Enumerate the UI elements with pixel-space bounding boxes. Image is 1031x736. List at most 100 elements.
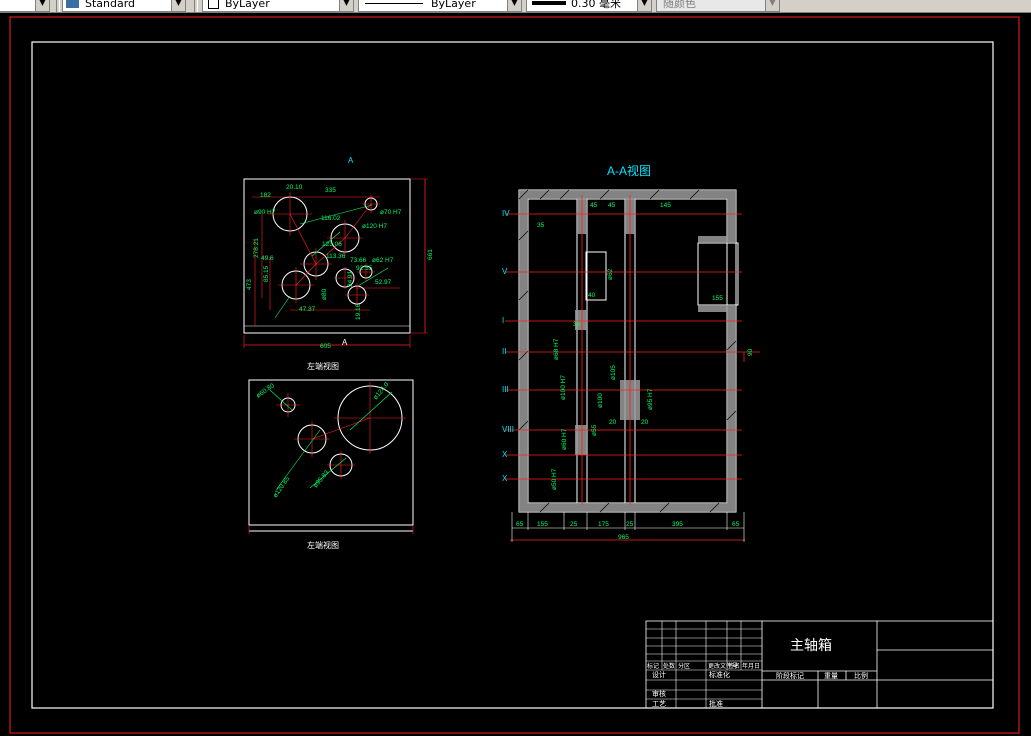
linetype-select[interactable]: ByLayer ▼	[358, 0, 522, 12]
title-block-design: 设计	[652, 670, 666, 679]
dimension-label: 47.37	[299, 306, 316, 313]
diameter-label: ø60 H7	[561, 428, 568, 450]
dimension-label: 65	[516, 521, 524, 528]
dimension-label: 20.10	[286, 184, 303, 191]
color-value: ByLayer	[225, 0, 270, 10]
dimension-label: 73.66	[350, 257, 367, 264]
drawing-canvas[interactable]: A-A视图 左端视图 左端视图 A A 主轴箱 设计 标准化 阶段标记 重量 比…	[0, 12, 1031, 736]
title-block-standardize: 标准化	[709, 670, 730, 679]
dimension-label: 24.91	[347, 270, 354, 287]
diameter-label: ø90 H7	[254, 209, 276, 216]
dimension-label: 155	[537, 521, 548, 528]
title-block-scale: 比例	[854, 671, 868, 680]
shaft-label: X	[502, 450, 508, 459]
chevron-down-icon[interactable]: ▼	[35, 0, 49, 11]
title-block-text: 主轴箱 设计 标准化 阶段标记 重量 比例 审核 工艺 批准	[652, 637, 868, 708]
chevron-down-icon[interactable]: ▼	[507, 0, 521, 11]
shaft-roman-labels: IVVIIIIIIVIIIXX	[502, 209, 514, 483]
dimension-label: 113.36	[326, 253, 346, 260]
toolbar-separator	[56, 0, 60, 12]
lineweight-select[interactable]: 0.30 毫米 ▼	[526, 0, 652, 12]
dimension-label: 19.16	[355, 303, 362, 320]
diameter-label: ø55	[591, 424, 598, 436]
chevron-down-icon[interactable]: ▼	[765, 0, 779, 11]
title-block-header-cell: 处数	[663, 662, 675, 670]
diameter-label: ø68 H7	[553, 338, 560, 360]
diameter-label: ø100 H7	[560, 375, 567, 400]
shaft-label: VIII	[502, 425, 514, 434]
toolbar-separator	[194, 0, 198, 12]
title-block	[645, 620, 994, 709]
text-style-select[interactable]: Standard ▼	[62, 0, 186, 12]
dimension-label: 605	[320, 343, 331, 350]
title-block-header-cell: 分区	[678, 662, 690, 670]
dimension-label: 123.06	[322, 241, 342, 248]
toolbar-dropdown-left[interactable]: ▼	[0, 0, 50, 12]
lineweight-value: 0.30 毫米	[571, 0, 621, 10]
title-block-stage: 阶段标记	[776, 671, 804, 680]
part-name: 主轴箱	[790, 637, 832, 653]
drawing-annotations: A-A视图 左端视图 左端视图 A A	[307, 156, 651, 550]
dimension-label: 473	[246, 279, 253, 290]
title-block-weight: 重量	[824, 672, 838, 680]
section-view	[505, 189, 760, 542]
title-block-header-cell: 标记	[647, 662, 659, 670]
left-end-view-top	[243, 178, 428, 348]
title-block-approve: 批准	[709, 699, 723, 708]
left-end-view-bottom	[248, 379, 414, 534]
dimension-label: 395	[672, 521, 683, 528]
dimension-label: 965	[618, 534, 629, 541]
title-block-headers: 标记 处数 分区 更改文件号签名 年月日	[647, 662, 760, 670]
dimension-label: 92.55	[356, 265, 373, 272]
inner-frame	[31, 41, 994, 709]
dimension-label: 182	[260, 192, 271, 199]
shaft-label: II	[502, 347, 506, 356]
dimension-label: 35	[537, 222, 545, 229]
dimension-label: 116.02	[321, 215, 341, 222]
title-block-review: 审核	[652, 689, 666, 698]
outer-frame	[9, 16, 1020, 734]
shaft-label: III	[502, 385, 509, 394]
dimension-label: 40	[588, 292, 596, 299]
diameter-label: ø62 H7	[372, 257, 394, 264]
dimension-label: 25	[626, 521, 634, 528]
diameter-label: ø105	[610, 365, 617, 380]
section-marker-bottom: A	[342, 338, 348, 347]
shaft-label: I	[502, 316, 504, 325]
dimension-label: 335	[325, 187, 336, 194]
dimension-label: 145	[660, 202, 671, 209]
chevron-down-icon[interactable]: ▼	[171, 0, 185, 11]
plotstyle-select[interactable]: 随颜色 ▼	[656, 0, 780, 12]
dimension-label: 155	[712, 295, 723, 302]
left-view-caption-2: 左端视图	[307, 540, 339, 550]
dimension-label: 52.97	[375, 279, 392, 286]
diameter-label: ø100	[597, 393, 604, 408]
left-view-caption: 左端视图	[307, 361, 339, 371]
dimension-label: 661	[427, 249, 434, 260]
dimension-label: 35	[573, 321, 581, 328]
color-select[interactable]: ByLayer ▼	[202, 0, 354, 12]
title-block-header-cell: 签名	[728, 662, 740, 670]
linetype-preview-icon	[365, 3, 423, 4]
diameter-label: ø120.85	[272, 475, 292, 499]
dimension-label: 25	[570, 521, 578, 528]
shaft-label: X	[502, 474, 508, 483]
dimension-label: 45	[590, 202, 598, 209]
dimension-label: 175	[598, 521, 609, 528]
dimension-label: 85.15	[263, 265, 270, 282]
plotstyle-value: 随颜色	[663, 0, 696, 10]
dimension-label: 278.21	[253, 238, 260, 258]
chevron-down-icon[interactable]: ▼	[637, 0, 651, 11]
diameter-label: ø50 H7	[551, 468, 558, 490]
dimension-label: 90	[747, 348, 754, 356]
color-swatch-icon	[208, 0, 219, 9]
diameter-label: ø95.83	[312, 469, 331, 489]
shaft-label: IV	[502, 209, 510, 218]
lineweight-preview-icon	[532, 1, 566, 5]
dimension-label: 20	[641, 419, 649, 426]
chevron-down-icon[interactable]: ▼	[339, 0, 353, 11]
text-style-icon	[66, 0, 79, 8]
diameter-label: ø60.80	[255, 382, 276, 400]
text-style-value: Standard	[85, 0, 136, 10]
diameter-label: ø80	[321, 288, 328, 300]
